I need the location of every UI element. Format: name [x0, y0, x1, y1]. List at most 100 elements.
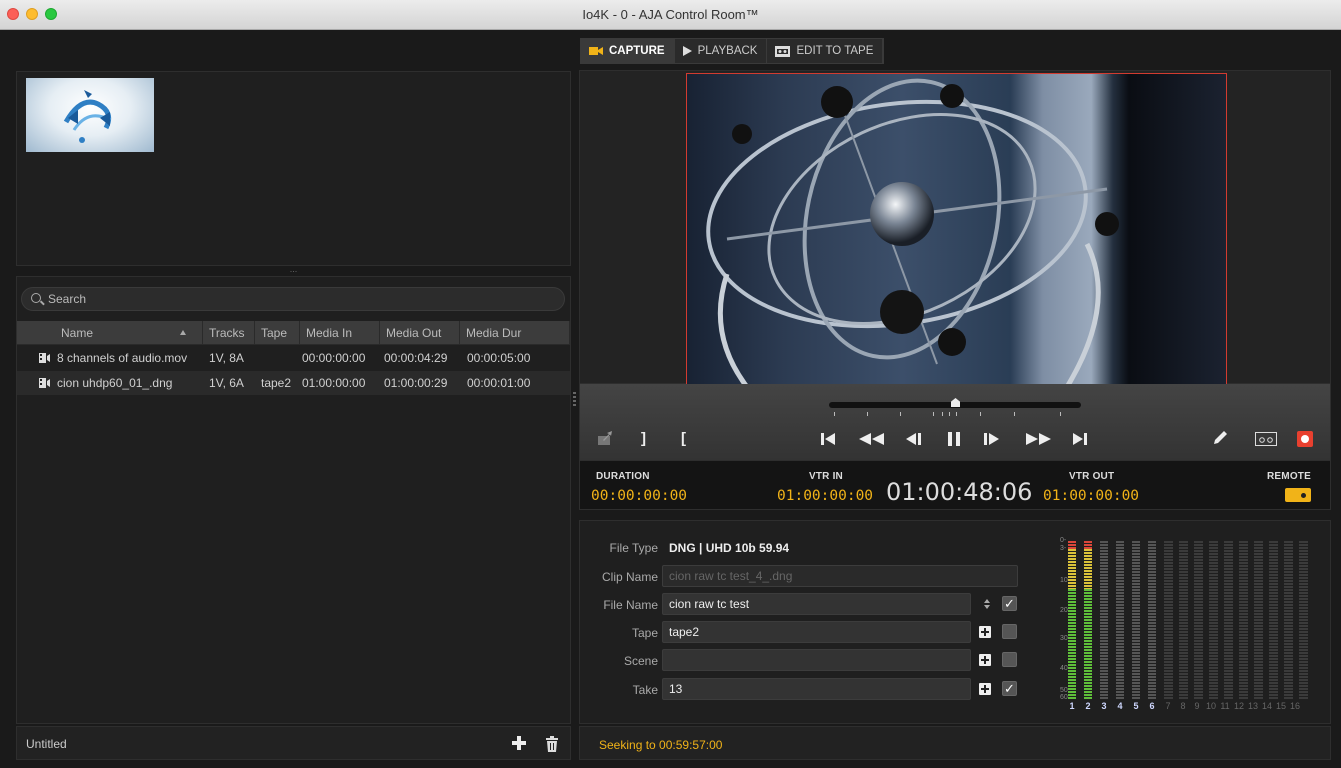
vtr-out-value[interactable]: 01:00:00:00	[1043, 488, 1139, 504]
meter-channel-number: 5	[1133, 701, 1139, 711]
file-type-label: File Type	[609, 541, 658, 555]
tab-label: CAPTURE	[609, 45, 665, 57]
clip-media-dur: 00:00:01:00	[467, 376, 531, 390]
clip-table-header: Name Tracks Tape Media In Media Out Medi…	[17, 321, 570, 345]
add-clip-button[interactable]	[511, 734, 527, 752]
tape-field[interactable]	[662, 621, 971, 643]
meter-channel-number: 15	[1275, 701, 1286, 711]
meter-scale-label: 3-	[1060, 545, 1067, 552]
meter-scale-label: 0-	[1060, 537, 1067, 544]
current-timecode: 01:00:48:06	[886, 478, 1033, 506]
search-input[interactable]	[48, 291, 548, 307]
take-label: Take	[632, 683, 658, 697]
column-tracks[interactable]: Tracks	[203, 321, 255, 345]
stepper-icon[interactable]	[984, 598, 990, 610]
trash-icon[interactable]	[545, 736, 559, 752]
tab-edit-to-tape[interactable]: EDIT TO TAPE	[767, 39, 884, 63]
pane-splitter[interactable]: ...	[16, 265, 571, 276]
column-tape[interactable]: Tape	[255, 321, 300, 345]
remote-icon[interactable]	[1285, 488, 1311, 502]
tape-deck-icon[interactable]	[1255, 432, 1277, 446]
record-icon[interactable]	[1297, 431, 1313, 447]
meter-channel-6	[1148, 541, 1156, 699]
scene-checkbox[interactable]	[1002, 652, 1017, 667]
take-field[interactable]	[662, 678, 971, 700]
vtr-in-value[interactable]: 01:00:00:00	[777, 488, 873, 504]
scene-add-button[interactable]	[979, 654, 991, 666]
meter-channel-number: 6	[1149, 701, 1155, 711]
meter-channel-7	[1164, 541, 1173, 699]
mark-in-button[interactable]: [	[681, 431, 686, 447]
scrub-tick	[900, 412, 901, 416]
video-clip-icon	[39, 378, 50, 388]
video-content-image	[706, 78, 1119, 385]
take-add-button[interactable]	[979, 683, 991, 695]
meter-channel-number: 10	[1205, 701, 1216, 711]
column-media-in[interactable]: Media In	[300, 321, 380, 345]
video-frame[interactable]	[686, 73, 1227, 386]
file-name-field[interactable]	[662, 593, 971, 615]
meter-channel-number: 13	[1247, 701, 1258, 711]
clip-media-out: 01:00:00:29	[384, 376, 448, 390]
vertical-splitter[interactable]	[573, 392, 576, 406]
meter-channel-number: 2	[1085, 701, 1091, 711]
scrub-tick	[949, 412, 950, 416]
go-to-end-icon[interactable]	[1073, 432, 1087, 446]
column-name[interactable]: Name	[17, 321, 203, 345]
tab-label: PLAYBACK	[697, 45, 758, 57]
video-clip-icon	[39, 353, 50, 363]
meter-channel-5	[1132, 541, 1140, 699]
tape-checkbox[interactable]	[1002, 624, 1017, 639]
scrub-tick	[980, 412, 981, 416]
scrub-tick	[834, 412, 835, 416]
go-to-start-icon[interactable]	[821, 432, 835, 446]
scrub-tick	[956, 412, 957, 416]
library-footer: Untitled	[16, 726, 571, 760]
meter-channel-9	[1194, 541, 1203, 699]
tab-playback[interactable]: PLAYBACK	[675, 39, 768, 63]
clip-media-in: 00:00:00:00	[302, 351, 366, 365]
scrub-tick	[1060, 412, 1061, 416]
meter-channel-2	[1084, 541, 1092, 699]
clip-tracks: 1V, 6A	[209, 376, 244, 390]
scrub-thumb[interactable]	[951, 398, 960, 407]
tape-icon	[775, 45, 791, 57]
clip-name-label: Clip Name	[601, 570, 658, 584]
mark-out-button[interactable]: ]	[641, 431, 646, 447]
export-icon[interactable]	[597, 430, 613, 446]
meter-channel-14	[1269, 541, 1278, 699]
meter-channel-10	[1209, 541, 1218, 699]
clip-thumbnail[interactable]	[26, 78, 154, 152]
file-name-checkbox[interactable]: ✓	[1002, 596, 1017, 611]
clip-name: cion uhdp60_01_.dng	[57, 376, 173, 390]
table-row[interactable]: 8 channels of audio.mov 1V, 8A 00:00:00:…	[17, 346, 570, 370]
step-forward-icon[interactable]	[984, 432, 1000, 446]
file-type-value: DNG | UHD 10b 59.94	[669, 541, 790, 555]
scene-field[interactable]	[662, 649, 971, 671]
rewind-icon[interactable]	[859, 432, 885, 446]
window-title: Io4K - 0 - AJA Control Room™	[582, 7, 759, 22]
meter-channel-number: 9	[1194, 701, 1200, 711]
table-row[interactable]: cion uhdp60_01_.dng 1V, 6A tape2 01:00:0…	[17, 371, 570, 395]
clip-name-field	[662, 565, 1018, 587]
tab-capture[interactable]: CAPTURE	[581, 39, 675, 63]
meter-channel-4	[1116, 541, 1124, 699]
meter-channel-number: 3	[1101, 701, 1107, 711]
meter-channel-number: 16	[1289, 701, 1300, 711]
column-media-dur[interactable]: Media Dur	[460, 321, 570, 345]
column-media-out[interactable]: Media Out	[380, 321, 460, 345]
meter-channel-number: 11	[1220, 701, 1230, 711]
fast-forward-icon[interactable]	[1025, 432, 1051, 446]
pencil-icon[interactable]	[1212, 430, 1228, 446]
search-box[interactable]	[21, 287, 565, 311]
meter-channel-number: 1	[1069, 701, 1075, 711]
step-back-icon[interactable]	[906, 432, 922, 446]
scrub-bar[interactable]	[829, 398, 1081, 408]
clip-media-out: 00:00:04:29	[384, 351, 448, 365]
tape-add-button[interactable]	[979, 626, 991, 638]
tab-label: EDIT TO TAPE	[796, 45, 874, 57]
take-checkbox[interactable]: ✓	[1002, 681, 1017, 696]
transport-controls: ] [	[579, 384, 1331, 460]
pause-icon[interactable]	[948, 432, 960, 446]
clip-tracks: 1V, 8A	[209, 351, 244, 365]
